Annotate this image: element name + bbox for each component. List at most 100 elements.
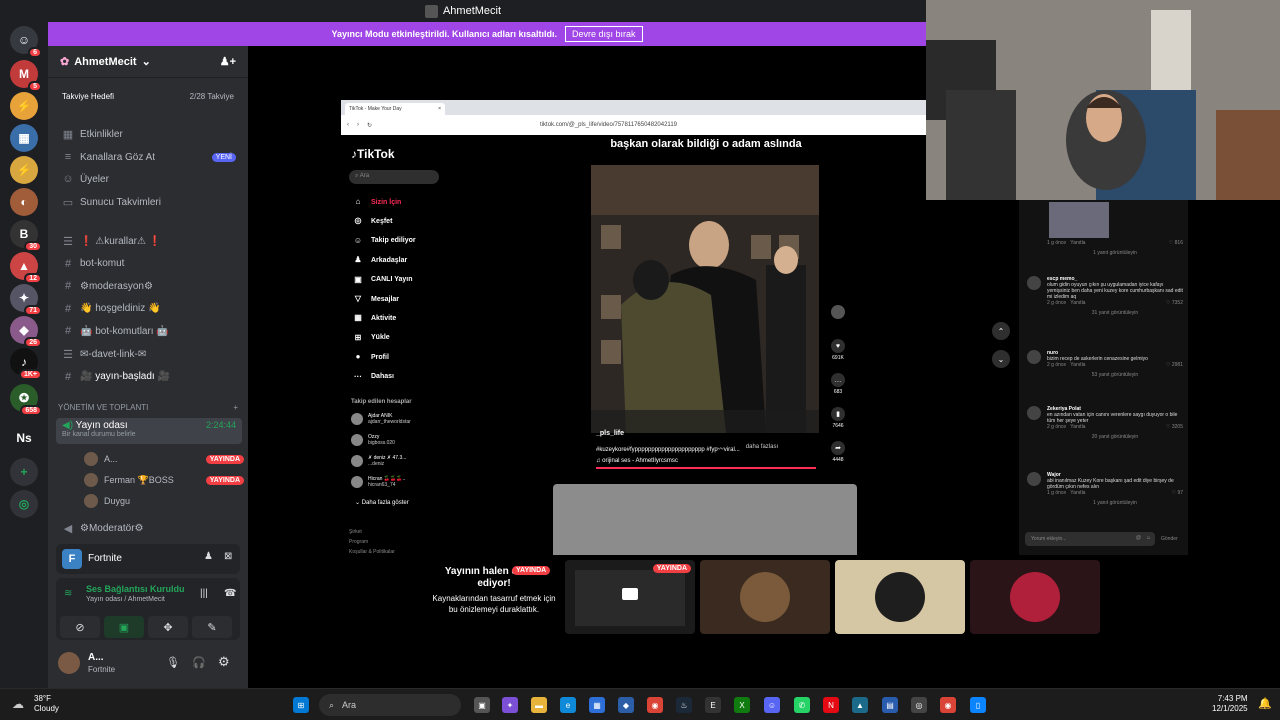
- comment-send-button[interactable]: Gönder: [1161, 536, 1178, 542]
- back-icon[interactable]: ‹: [347, 122, 349, 128]
- server-ns[interactable]: Ns: [10, 424, 38, 452]
- video-progress-bar[interactable]: [596, 467, 816, 469]
- server-icon[interactable]: M5: [10, 60, 42, 92]
- next-video-preview[interactable]: [553, 484, 857, 555]
- file-explorer-icon[interactable]: ▬: [531, 697, 547, 713]
- video-author[interactable]: _pls_life: [596, 430, 826, 437]
- caption-more-link[interactable]: daha fazlası: [746, 444, 778, 453]
- tiktok-server-icon[interactable]: ♪ 1K+: [10, 348, 42, 380]
- notification-bell-icon[interactable]: 🔔: [1258, 697, 1272, 710]
- steam-icon[interactable]: ♨: [676, 697, 692, 713]
- reply-button[interactable]: Yanıtla: [1070, 362, 1085, 368]
- server-icon[interactable]: ✪ 658: [10, 384, 42, 416]
- disable-streamer-mode-button[interactable]: Devre dışı bırak: [565, 26, 643, 42]
- browser-tab[interactable]: TikTok - Make Your Day ×: [345, 103, 445, 115]
- voice-user[interactable]: Duygu: [84, 492, 244, 510]
- chrome-icon[interactable]: ◉: [940, 697, 956, 713]
- participant-tile[interactable]: [700, 560, 830, 634]
- tiktok-nav-item[interactable]: ● Profil: [353, 350, 389, 364]
- tiktok-search-input[interactable]: ⌕ Ara: [349, 170, 439, 184]
- channel-item[interactable]: # 👋 hoşgeldiniz 👋: [56, 299, 240, 319]
- avatar[interactable]: [1027, 472, 1041, 486]
- url-input[interactable]: tiktok.com/@_pls_life/video/757811765048…: [540, 122, 920, 128]
- followed-account[interactable]: ✗ deniz ✗ 47.3... ...deniz: [351, 455, 406, 473]
- reply-button[interactable]: Yanıtla: [1070, 300, 1085, 306]
- tiktok-logo[interactable]: ♪TikTok: [351, 147, 395, 161]
- connection-title[interactable]: Ses Bağlantısı Kuruldu: [86, 584, 185, 594]
- channel-item[interactable]: # 🤖 bot-komutları 🤖: [56, 321, 240, 341]
- footer-link[interactable]: Program: [349, 539, 368, 545]
- app-icon[interactable]: ▲: [852, 697, 868, 713]
- app-icon[interactable]: ▤: [882, 697, 898, 713]
- tiktok-nav-item[interactable]: ⊞ Yükle: [353, 331, 390, 345]
- tiktok-video[interactable]: [591, 165, 819, 433]
- epic-games-icon[interactable]: E: [705, 697, 721, 713]
- video-sound[interactable]: ♫ orijinal ses - AhmetIlyrcsmsc: [596, 458, 826, 464]
- channel-item[interactable]: # ⚙moderasyon⚙: [56, 276, 240, 296]
- tiktok-nav-item[interactable]: ◎ Keşfet: [353, 214, 393, 228]
- tiktok-nav-item[interactable]: ▣ CANLI Yayın: [353, 273, 412, 287]
- taskbar-search-input[interactable]: ⌕ Ara: [319, 694, 461, 716]
- add-server-icon[interactable]: +: [10, 458, 38, 486]
- weather-icon[interactable]: ☁: [12, 697, 24, 711]
- server-header[interactable]: ✿ AhmetMecit ⌄ ♟+: [48, 46, 248, 78]
- followed-account[interactable]: Ajdar ANIK ajdarr_theworldstar: [351, 413, 411, 431]
- reply-button[interactable]: Yanıtla: [1070, 424, 1085, 430]
- save-button[interactable]: ▮ 7646: [829, 407, 847, 441]
- server-icon[interactable]: ⚡: [10, 92, 38, 120]
- close-icon[interactable]: ×: [438, 106, 441, 112]
- task-view-icon[interactable]: ▣: [474, 697, 490, 713]
- discord-icon[interactable]: ☺: [764, 697, 780, 713]
- voice-channel-active[interactable]: ◀) Yayın odası 2:24:44 Bir kanal durumu b…: [56, 418, 242, 444]
- soundboard-button[interactable]: ✎: [192, 616, 232, 638]
- voice-user[interactable]: Ferman 🏆BOSS YAYINDA: [84, 471, 244, 489]
- gear-icon[interactable]: ⚙: [218, 654, 230, 670]
- store-icon[interactable]: ▦: [589, 697, 605, 713]
- menu-server-guide[interactable]: ▭ Sunucu Takvimleri: [56, 192, 240, 212]
- tiktok-nav-item[interactable]: ▦ Aktivite: [353, 311, 396, 325]
- followed-account[interactable]: Ozzy bigboss.020: [351, 434, 395, 452]
- previous-video-button[interactable]: ⌃: [992, 322, 1010, 340]
- server-icon[interactable]: ◆ 26: [10, 316, 42, 348]
- tiktok-nav-item[interactable]: ▽ Mesajlar: [353, 292, 399, 306]
- comment-input[interactable]: Yorum ekleyin... @ ☺: [1025, 532, 1155, 546]
- server-icon[interactable]: ✦ 71: [10, 284, 42, 316]
- menu-browse-channels[interactable]: ≡ Kanallara Göz At YENİ: [56, 147, 240, 167]
- comment-button[interactable]: … 683: [829, 373, 847, 407]
- menu-events[interactable]: ▦ Etkinlikler: [56, 124, 240, 144]
- participant-tile[interactable]: [970, 560, 1100, 634]
- app-icon[interactable]: ◆: [618, 697, 634, 713]
- add-channel-icon[interactable]: +: [233, 403, 238, 412]
- channel-moderator[interactable]: ◀ ⚙Moderatör⚙: [56, 518, 240, 538]
- like-button[interactable]: ♥ 691K: [829, 339, 847, 373]
- tiktok-nav-item[interactable]: ♟ Arkadaşlar: [353, 253, 407, 267]
- view-replies-button[interactable]: 1 yanıt görüntüleyin: [1047, 250, 1183, 256]
- xbox-icon[interactable]: X: [734, 697, 750, 713]
- copilot-icon[interactable]: ✦: [502, 697, 518, 713]
- comment-like-button[interactable]: ♡ 97: [1172, 490, 1183, 496]
- category-management[interactable]: YÖNETİM VE TOPLANTI +: [58, 403, 238, 412]
- obs-icon[interactable]: ◎: [911, 697, 927, 713]
- forward-icon[interactable]: ›: [357, 122, 359, 128]
- microphone-icon[interactable]: 🎙: [166, 656, 180, 669]
- view-replies-button[interactable]: 31 yanıt görüntüleyin: [1047, 310, 1183, 316]
- server-icon[interactable]: ◐: [10, 188, 38, 216]
- server-icon[interactable]: ▦: [10, 124, 38, 152]
- comment-like-button[interactable]: ♡ 2981: [1166, 362, 1183, 368]
- noise-icon[interactable]: |||: [200, 588, 208, 599]
- invite-icon[interactable]: ♟+: [220, 55, 236, 68]
- headphones-icon[interactable]: 🎧: [192, 656, 206, 669]
- voice-user[interactable]: A... YAYINDA: [84, 450, 244, 468]
- weather-widget[interactable]: 38°F Cloudy: [34, 694, 59, 714]
- activities-button[interactable]: ✥: [148, 616, 188, 638]
- comment-like-button[interactable]: ♡ 7352: [1166, 300, 1183, 306]
- tiktok-nav-item[interactable]: ⌂ Sizin İçin: [353, 195, 402, 209]
- discord-home-icon[interactable]: ☺ 6: [10, 26, 42, 58]
- avatar[interactable]: [1027, 406, 1041, 420]
- close-icon[interactable]: ⊠: [224, 551, 232, 562]
- comment-like-button[interactable]: ♡ 816: [1169, 240, 1183, 246]
- tiktok-nav-item[interactable]: ··· Dahası: [353, 370, 394, 384]
- participant-tile[interactable]: [835, 560, 965, 634]
- reload-icon[interactable]: ↻: [367, 122, 372, 129]
- taskbar-clock[interactable]: 7:43 PM 12/1/2025: [1212, 694, 1248, 714]
